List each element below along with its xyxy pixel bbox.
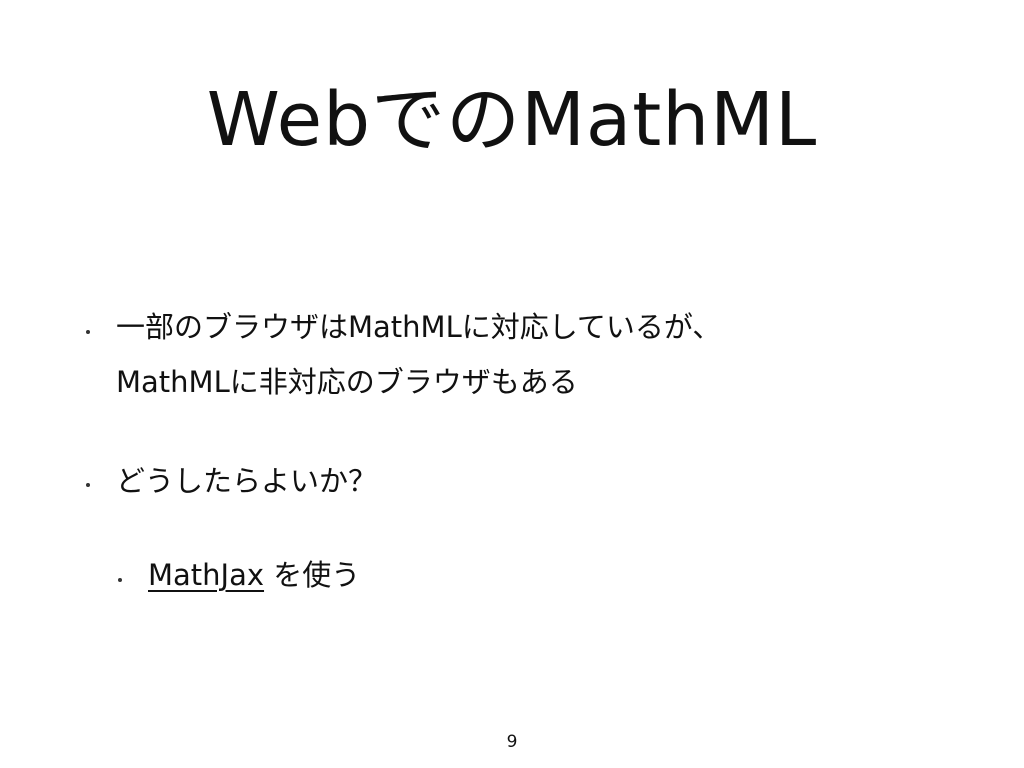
page-number: 9 — [506, 732, 518, 752]
sub-bullet-rest-text: を使う — [264, 558, 361, 592]
bullet-dot-icon — [86, 330, 90, 334]
bullet-item-1-line-2: MathMLに非対応のブラウザもある — [116, 365, 578, 399]
mathjax-link[interactable]: MathJax — [148, 558, 264, 592]
bullet-list: 一部のブラウザはMathMLに対応しているが、 MathMLに非対応のブラウザも… — [0, 0, 1024, 768]
slide: WebでのMathML 一部のブラウザはMathMLに対応しているが、 Math… — [0, 0, 1024, 768]
bullet-item-2-text: どうしたらよいか？ — [116, 464, 378, 498]
bullet-item-1-line-1: 一部のブラウザはMathMLに対応しているが、 — [116, 310, 722, 344]
sub-bullet-text: MathJax を使う — [148, 549, 360, 601]
sub-bullet-dot-icon — [118, 578, 122, 582]
bullet-dot-icon — [86, 483, 90, 487]
